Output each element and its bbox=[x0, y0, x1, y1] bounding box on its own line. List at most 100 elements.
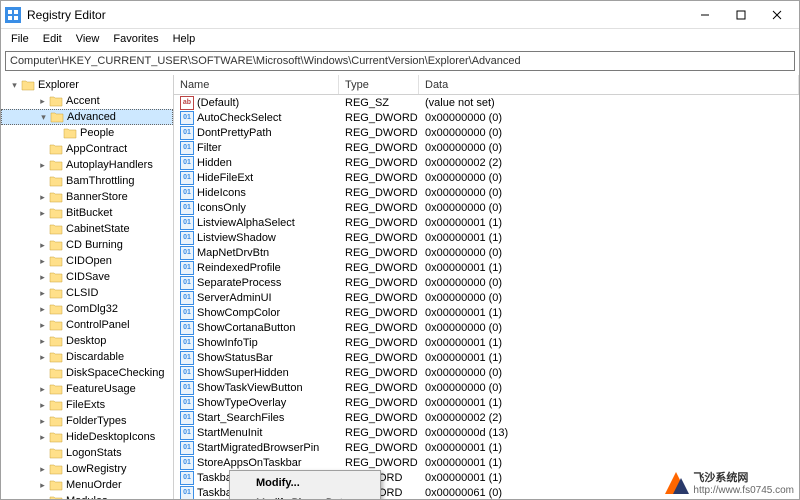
list-row[interactable]: ShowCortanaButtonREG_DWORD0x00000000 (0) bbox=[174, 320, 799, 335]
tree-item-comdlg32[interactable]: ▸ComDlg32 bbox=[1, 301, 173, 317]
tree-item-lowregistry[interactable]: ▸LowRegistry bbox=[1, 461, 173, 477]
chevron-right-icon[interactable]: ▸ bbox=[37, 464, 48, 475]
list-row[interactable]: HiddenREG_DWORD0x00000002 (2) bbox=[174, 155, 799, 170]
list-body[interactable]: (Default)REG_SZ(value not set)AutoCheckS… bbox=[174, 95, 799, 499]
tree-item-bannerstore[interactable]: ▸BannerStore bbox=[1, 189, 173, 205]
list-row[interactable]: StartMenuInitREG_DWORD0x0000000d (13) bbox=[174, 425, 799, 440]
list-row[interactable]: Start_SearchFilesREG_DWORD0x00000002 (2) bbox=[174, 410, 799, 425]
chevron-right-icon[interactable]: ▸ bbox=[37, 496, 48, 500]
list-row[interactable]: AutoCheckSelectREG_DWORD0x00000000 (0) bbox=[174, 110, 799, 125]
registry-editor-window: Registry Editor FileEditViewFavoritesHel… bbox=[0, 0, 800, 500]
tree-item-logonstats[interactable]: LogonStats bbox=[1, 445, 173, 461]
chevron-right-icon[interactable]: ▸ bbox=[37, 192, 48, 203]
value-data: 0x00000000 (0) bbox=[419, 142, 799, 154]
list-row[interactable]: ShowTypeOverlayREG_DWORD0x00000001 (1) bbox=[174, 395, 799, 410]
list-row[interactable]: ServerAdminUIREG_DWORD0x00000000 (0) bbox=[174, 290, 799, 305]
list-row[interactable]: ListviewShadowREG_DWORD0x00000001 (1) bbox=[174, 230, 799, 245]
chevron-right-icon[interactable]: ▸ bbox=[37, 400, 48, 411]
chevron-right-icon[interactable]: ▸ bbox=[37, 256, 48, 267]
chevron-right-icon[interactable]: ▸ bbox=[37, 432, 48, 443]
menu-favorites[interactable]: Favorites bbox=[107, 31, 164, 47]
value-name: StartMenuInit bbox=[197, 427, 262, 439]
tree-item-bitbucket[interactable]: ▸BitBucket bbox=[1, 205, 173, 221]
tree-item-accent[interactable]: ▸Accent bbox=[1, 93, 173, 109]
chevron-right-icon[interactable]: ▸ bbox=[37, 320, 48, 331]
list-row[interactable]: ShowInfoTipREG_DWORD0x00000001 (1) bbox=[174, 335, 799, 350]
menu-edit[interactable]: Edit bbox=[37, 31, 68, 47]
context-menu[interactable]: Modify...Modify Binary Data...DeleteRena… bbox=[229, 470, 381, 499]
tree-item-cidsave[interactable]: ▸CIDSave bbox=[1, 269, 173, 285]
dword-value-icon bbox=[180, 366, 194, 380]
address-bar[interactable]: Computer\HKEY_CURRENT_USER\SOFTWARE\Micr… bbox=[5, 51, 795, 71]
column-header-name[interactable]: Name bbox=[174, 75, 339, 94]
list-row[interactable]: SeparateProcessREG_DWORD0x00000000 (0) bbox=[174, 275, 799, 290]
tree-label: People bbox=[80, 127, 114, 139]
chevron-down-icon[interactable]: ▾ bbox=[38, 112, 49, 123]
list-row[interactable]: ListviewAlphaSelectREG_DWORD0x00000001 (… bbox=[174, 215, 799, 230]
tree-item-autoplayhandlers[interactable]: ▸AutoplayHandlers bbox=[1, 157, 173, 173]
list-row[interactable]: ShowSuperHiddenREG_DWORD0x00000000 (0) bbox=[174, 365, 799, 380]
tree-item-diskspacechecking[interactable]: DiskSpaceChecking bbox=[1, 365, 173, 381]
tree-item-cd-burning[interactable]: ▸ CD Burning bbox=[1, 237, 173, 253]
list-row[interactable]: HideFileExtREG_DWORD0x00000000 (0) bbox=[174, 170, 799, 185]
tree-item-appcontract[interactable]: AppContract bbox=[1, 141, 173, 157]
chevron-right-icon[interactable]: ▸ bbox=[37, 96, 48, 107]
list-row[interactable]: ShowStatusBarREG_DWORD0x00000001 (1) bbox=[174, 350, 799, 365]
folder-icon bbox=[49, 367, 63, 379]
tree-item-advanced[interactable]: ▾Advanced bbox=[1, 109, 173, 125]
menu-view[interactable]: View bbox=[70, 31, 106, 47]
tree-item-hidedesktopicons[interactable]: ▸HideDesktopIcons bbox=[1, 429, 173, 445]
chevron-right-icon[interactable]: ▸ bbox=[37, 304, 48, 315]
chevron-right-icon[interactable]: ▸ bbox=[37, 272, 48, 283]
tree-label: CD Burning bbox=[66, 239, 123, 251]
context-item-modify-binary-data[interactable]: Modify Binary Data... bbox=[232, 493, 378, 499]
tree-item-featureusage[interactable]: ▸FeatureUsage bbox=[1, 381, 173, 397]
list-row[interactable]: FilterREG_DWORD0x00000000 (0) bbox=[174, 140, 799, 155]
value-data: 0x00000000 (0) bbox=[419, 127, 799, 139]
chevron-down-icon[interactable]: ▾ bbox=[9, 80, 20, 91]
chevron-right-icon[interactable]: ▸ bbox=[37, 240, 48, 251]
tree-item-cabinetstate[interactable]: CabinetState bbox=[1, 221, 173, 237]
chevron-right-icon[interactable]: ▸ bbox=[37, 480, 48, 491]
minimize-button[interactable] bbox=[687, 1, 723, 29]
tree-item-menuorder[interactable]: ▸ MenuOrder bbox=[1, 477, 173, 493]
tree-item-bamthrottling[interactable]: BamThrottling bbox=[1, 173, 173, 189]
tree-item-fileexts[interactable]: ▸FileExts bbox=[1, 397, 173, 413]
list-row[interactable]: ShowTaskViewButtonREG_DWORD0x00000000 (0… bbox=[174, 380, 799, 395]
chevron-right-icon[interactable]: ▸ bbox=[37, 384, 48, 395]
tree-pane[interactable]: ▾Explorer▸Accent▾Advanced People AppContra… bbox=[1, 75, 174, 499]
chevron-right-icon[interactable]: ▸ bbox=[37, 352, 48, 363]
chevron-right-icon[interactable]: ▸ bbox=[37, 416, 48, 427]
list-row[interactable]: HideIconsREG_DWORD0x00000000 (0) bbox=[174, 185, 799, 200]
list-row[interactable]: StartMigratedBrowserPinREG_DWORD0x000000… bbox=[174, 440, 799, 455]
tree-item-desktop[interactable]: ▸Desktop bbox=[1, 333, 173, 349]
context-item-modify[interactable]: Modify... bbox=[232, 473, 378, 493]
tree-item-people[interactable]: People bbox=[1, 125, 173, 141]
tree-item-explorer[interactable]: ▾Explorer bbox=[1, 77, 173, 93]
list-row[interactable]: (Default)REG_SZ(value not set) bbox=[174, 95, 799, 110]
tree-item-cidopen[interactable]: ▸CIDOpen bbox=[1, 253, 173, 269]
list-row[interactable]: IconsOnlyREG_DWORD0x00000000 (0) bbox=[174, 200, 799, 215]
chevron-right-icon[interactable]: ▸ bbox=[37, 288, 48, 299]
chevron-right-icon[interactable]: ▸ bbox=[37, 336, 48, 347]
menu-help[interactable]: Help bbox=[167, 31, 202, 47]
tree-item-controlpanel[interactable]: ▸ControlPanel bbox=[1, 317, 173, 333]
tree-item-foldertypes[interactable]: ▸FolderTypes bbox=[1, 413, 173, 429]
tree-label: MenuOrder bbox=[66, 479, 122, 491]
tree-item-modules[interactable]: ▸Modules bbox=[1, 493, 173, 499]
chevron-right-icon[interactable]: ▸ bbox=[37, 160, 48, 171]
column-header-data[interactable]: Data bbox=[419, 75, 799, 94]
tree-item-clsid[interactable]: ▸CLSID bbox=[1, 285, 173, 301]
close-button[interactable] bbox=[759, 1, 795, 29]
list-row[interactable]: DontPrettyPathREG_DWORD0x00000000 (0) bbox=[174, 125, 799, 140]
column-header-type[interactable]: Type bbox=[339, 75, 419, 94]
list-row[interactable]: StoreAppsOnTaskbarREG_DWORD0x00000001 (1… bbox=[174, 455, 799, 470]
folder-icon bbox=[49, 191, 63, 203]
menu-file[interactable]: File bbox=[5, 31, 35, 47]
maximize-button[interactable] bbox=[723, 1, 759, 29]
list-row[interactable]: ShowCompColorREG_DWORD0x00000001 (1) bbox=[174, 305, 799, 320]
list-row[interactable]: MapNetDrvBtnREG_DWORD0x00000000 (0) bbox=[174, 245, 799, 260]
chevron-right-icon[interactable]: ▸ bbox=[37, 208, 48, 219]
tree-item-discardable[interactable]: ▸Discardable bbox=[1, 349, 173, 365]
list-row[interactable]: ReindexedProfileREG_DWORD0x00000001 (1) bbox=[174, 260, 799, 275]
